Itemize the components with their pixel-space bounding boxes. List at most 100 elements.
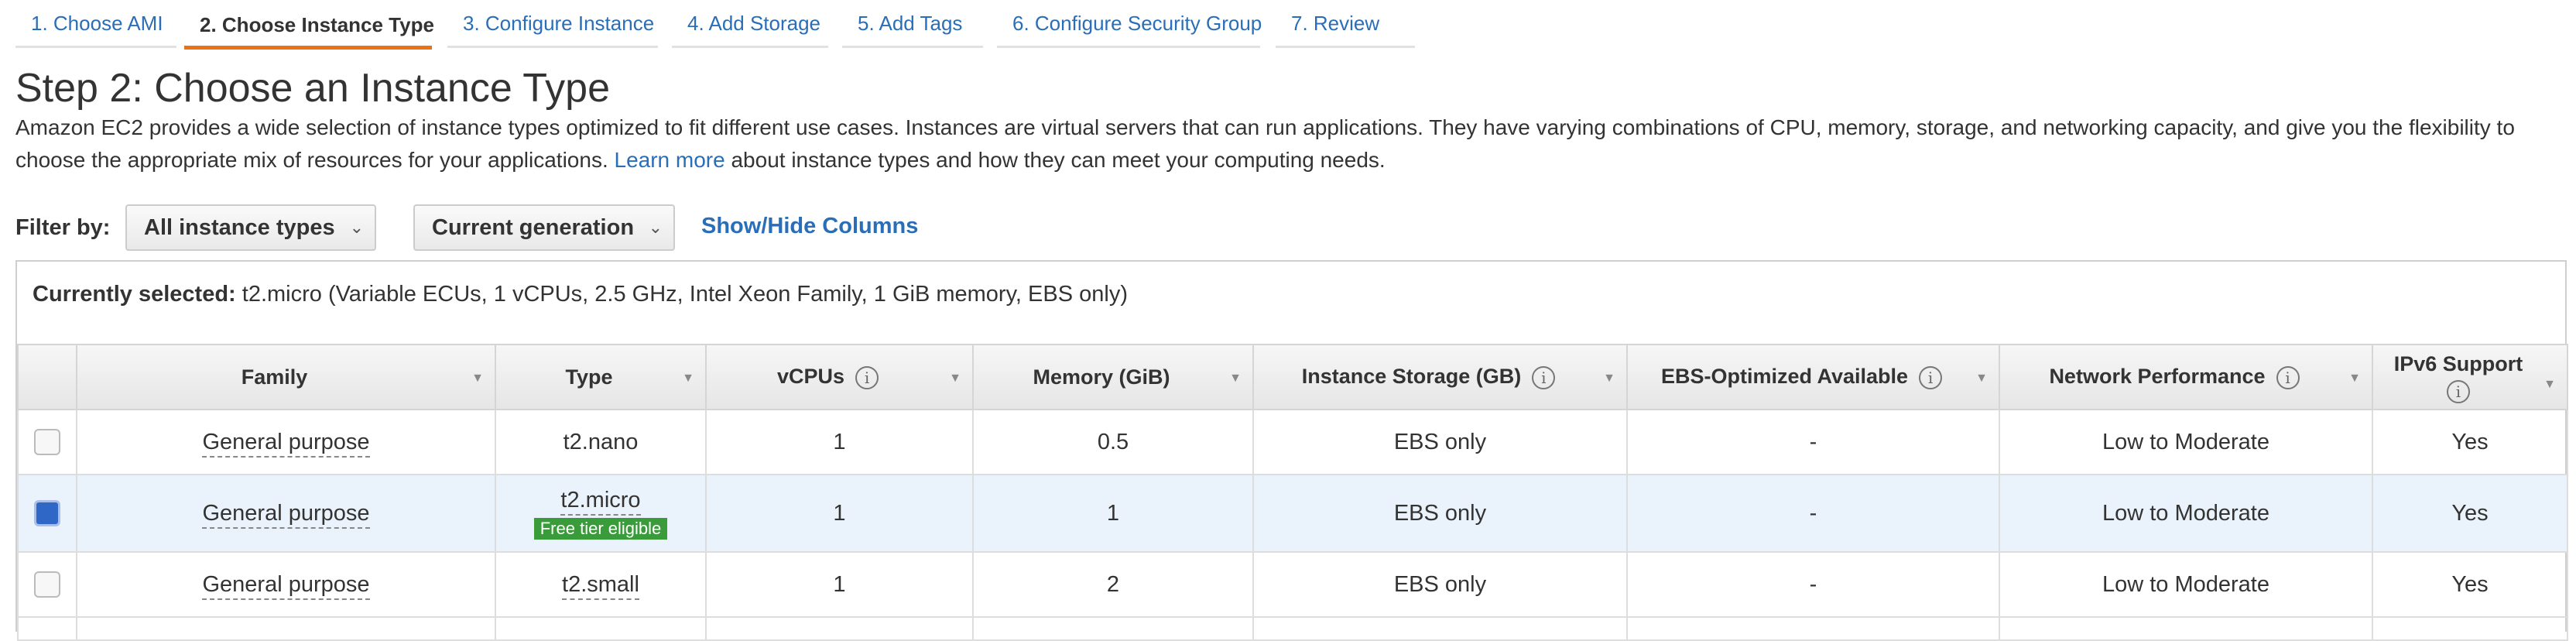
network-cell: Low to Moderate [1999,551,2373,618]
ebs-cell: - [1626,409,2000,475]
family-cell: General purpose [76,551,496,618]
row-select-cell[interactable] [17,551,77,618]
sort-icon[interactable]: ▼ [2543,372,2556,398]
family-value[interactable]: General purpose [202,571,370,600]
column-header-label: Type [565,365,613,389]
network-cell: Low to Moderate [1999,409,2373,475]
table-header-row: Family ▼ Type ▼ vCPUs i ▼ Memory (GiB) ▼ Inst… [17,344,2568,410]
column-header-label: Family [241,365,308,389]
tab-configure-security-group[interactable]: 6. Configure Security Group [997,0,1262,48]
storage-cell: EBS only [1252,551,1628,618]
column-header-vcpus[interactable]: vCPUs i ▼ [705,344,974,410]
ipv6-cell: Yes [2372,409,2568,475]
vcpus-cell: 1 [705,474,974,553]
checkbox-icon[interactable] [34,571,60,598]
type-cell: t2.small [495,551,707,618]
type-value[interactable]: t2.micro [560,487,641,516]
column-header-label: IPv6 Support [2393,352,2523,375]
row-select-cell[interactable] [17,409,77,475]
tab-add-tags[interactable]: 5. Add Tags [842,0,983,48]
empty-cell [17,616,77,641]
info-icon[interactable]: i [2276,365,2300,389]
checkbox-icon[interactable] [34,500,60,527]
tab-configure-instance[interactable]: 3. Configure Instance [447,0,658,48]
empty-cell [76,616,496,641]
table-row[interactable]: General purpose t2.small 1 2 EBS only - … [17,551,2568,618]
empty-cell [705,616,974,641]
type-stack: t2.micro Free tier eligible [497,487,704,540]
tab-choose-ami[interactable]: 1. Choose AMI [15,0,176,48]
storage-cell: EBS only [1252,474,1628,553]
currently-selected: Currently selected: t2.micro (Variable E… [33,282,1128,307]
page-description: Amazon EC2 provides a wide selection of … [15,111,2562,177]
empty-cell [495,616,707,641]
empty-cell [972,616,1254,641]
currently-selected-value: t2.micro (Variable ECUs, 1 vCPUs, 2.5 GH… [242,282,1128,307]
currently-selected-label: Currently selected: [33,282,236,307]
column-header-memory[interactable]: Memory (GiB) ▼ [972,344,1254,410]
column-header-type[interactable]: Type ▼ [495,344,707,410]
sort-icon[interactable]: ▼ [1975,372,1988,386]
sort-icon[interactable]: ▼ [1603,372,1615,386]
empty-cell [1252,616,1628,641]
ebs-cell: - [1626,474,2000,553]
ebs-cell: - [1626,551,2000,618]
empty-cell [1999,616,2373,641]
filter-label: Filter by: [15,215,111,240]
memory-cell: 2 [972,551,1254,618]
column-header-label: vCPUs [776,365,845,389]
memory-cell: 1 [972,474,1254,553]
table-row[interactable]: General purpose t2.micro Free tier eligi… [17,474,2568,553]
ipv6-cell: Yes [2372,474,2568,553]
family-cell: General purpose [76,474,496,553]
generation-select-value: Current generation [432,215,635,240]
checkbox-icon[interactable] [34,429,60,456]
column-header-network-performance[interactable]: Network Performance i ▼ [1999,344,2373,410]
type-cell: t2.nano [495,409,707,475]
tab-choose-instance-type[interactable]: 2. Choose Instance Type [184,0,434,50]
wizard-tabs: 1. Choose AMI 2. Choose Instance Type 3.… [0,0,1424,50]
info-icon[interactable]: i [1919,365,1943,389]
table-row-partial [17,616,2568,641]
network-cell: Low to Moderate [1999,474,2373,553]
ipv6-cell: Yes [2372,551,2568,618]
info-icon[interactable]: i [1532,365,1556,389]
chevron-down-icon: ⌄ [349,218,364,237]
column-header-family[interactable]: Family ▼ [76,344,496,410]
family-value[interactable]: General purpose [202,500,370,529]
sort-icon[interactable]: ▼ [949,372,961,386]
empty-cell [1626,616,2000,641]
info-icon[interactable]: i [855,365,879,389]
sort-icon[interactable]: ▼ [682,372,694,386]
type-value[interactable]: t2.small [562,571,639,600]
vcpus-cell: 1 [705,409,974,475]
sort-icon[interactable]: ▼ [471,372,484,386]
instance-types-table: Family ▼ Type ▼ vCPUs i ▼ Memory (GiB) ▼ Inst… [17,344,2568,641]
chevron-down-icon: ⌄ [648,218,663,237]
column-header-instance-storage[interactable]: Instance Storage (GB) i ▼ [1252,344,1628,410]
info-icon[interactable]: i [2447,379,2470,403]
family-value[interactable]: General purpose [202,429,370,458]
instance-family-select[interactable]: All instance types ⌄ [125,204,376,251]
sort-icon[interactable]: ▼ [1229,372,1242,386]
memory-cell: 0.5 [972,409,1254,475]
row-select-cell[interactable] [17,474,77,553]
empty-cell [2372,616,2568,641]
column-header-label: Network Performance [2049,365,2266,389]
description-text-after: about instance types and how they can me… [731,148,1386,172]
column-header-label: EBS-Optimized Available [1660,365,1909,389]
show-hide-columns-link[interactable]: Show/Hide Columns [701,214,918,239]
column-header-label: Instance Storage (GB) [1301,365,1522,389]
instance-family-select-value: All instance types [144,215,335,240]
table-row[interactable]: General purpose t2.nano 1 0.5 EBS only -… [17,409,2568,475]
tab-add-storage[interactable]: 4. Add Storage [672,0,828,48]
column-header-ipv6-support[interactable]: IPv6 Support i ▼ [2372,344,2568,410]
tab-review[interactable]: 7. Review [1276,0,1415,48]
storage-cell: EBS only [1252,409,1628,475]
sort-icon[interactable]: ▼ [2348,372,2361,386]
column-header-label: Memory (GiB) [1033,365,1170,389]
column-header-ebs-optimized[interactable]: EBS-Optimized Available i ▼ [1626,344,2000,410]
page-title: Step 2: Choose an Instance Type [15,66,611,111]
generation-select[interactable]: Current generation ⌄ [413,204,675,251]
learn-more-link[interactable]: Learn more [615,148,725,172]
